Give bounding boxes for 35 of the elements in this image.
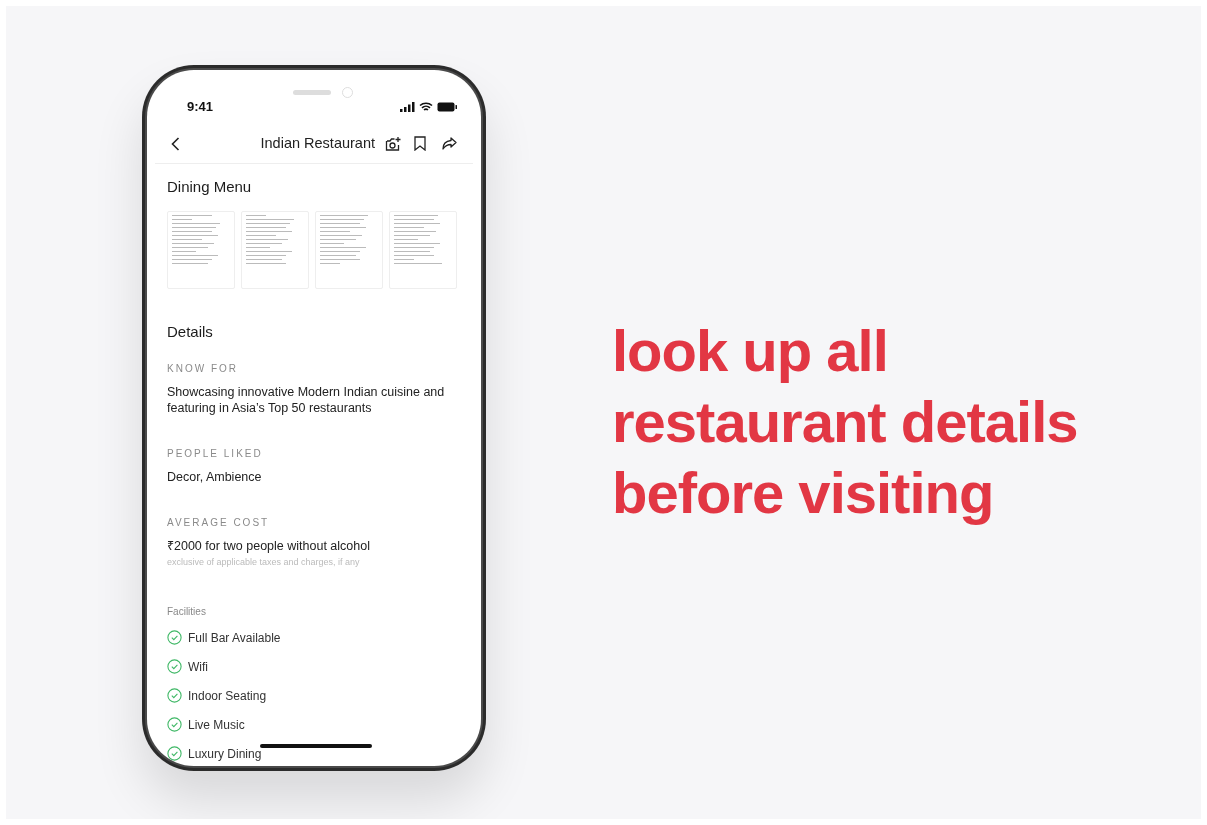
detail-value: ₹2000 for two people without alcohol — [167, 538, 371, 554]
menu-page-thumbnail[interactable] — [315, 210, 383, 289]
status-time: 9:41 — [187, 98, 214, 117]
headline-text: look up all — [612, 317, 889, 385]
battery-icon — [437, 102, 457, 112]
camera-plus-icon — [385, 135, 402, 152]
wifi-icon — [419, 102, 433, 112]
menu-page-thumbnail[interactable] — [167, 210, 235, 289]
headline-text: restaurant details — [612, 388, 1078, 456]
speaker-slot — [293, 90, 331, 95]
detail-label: KNOW FOR — [167, 362, 239, 376]
signal-icon — [400, 102, 415, 112]
menu-page-thumbnail[interactable] — [241, 210, 309, 289]
share-button[interactable] — [442, 137, 457, 150]
page-title: Indian Restaurant — [260, 133, 375, 153]
detail-label: AVERAGE COST — [167, 516, 271, 530]
detail-note: exclusive of applicable taxes and charges, if any — [167, 556, 361, 569]
detail-value: Decor, Ambience — [167, 469, 263, 485]
section-title: Details — [167, 321, 214, 342]
facility-label: Live Music — [188, 716, 245, 734]
facilities-heading: Facilities — [167, 604, 207, 619]
add-photo-button[interactable] — [385, 135, 402, 152]
facility-label: Wifi — [188, 658, 208, 676]
facility-label: Full Bar Available — [188, 629, 281, 647]
bookmark-button[interactable] — [414, 136, 426, 151]
detail-label: PEOPLE LIKED — [167, 447, 264, 461]
back-icon — [171, 136, 180, 151]
facility-label: Luxury Dining — [188, 745, 262, 763]
bookmark-icon — [414, 136, 426, 151]
detail-value: Showcasing innovative Modern Indian cuisine and featuring in Asia’s Top 50 restaurants — [167, 384, 446, 416]
facility-label: Indoor Seating — [188, 687, 267, 705]
section-title: Dining Menu — [167, 177, 253, 197]
menu-page-thumbnail[interactable] — [389, 210, 457, 289]
share-icon — [442, 137, 457, 150]
headline-text: before visiting — [612, 459, 995, 527]
